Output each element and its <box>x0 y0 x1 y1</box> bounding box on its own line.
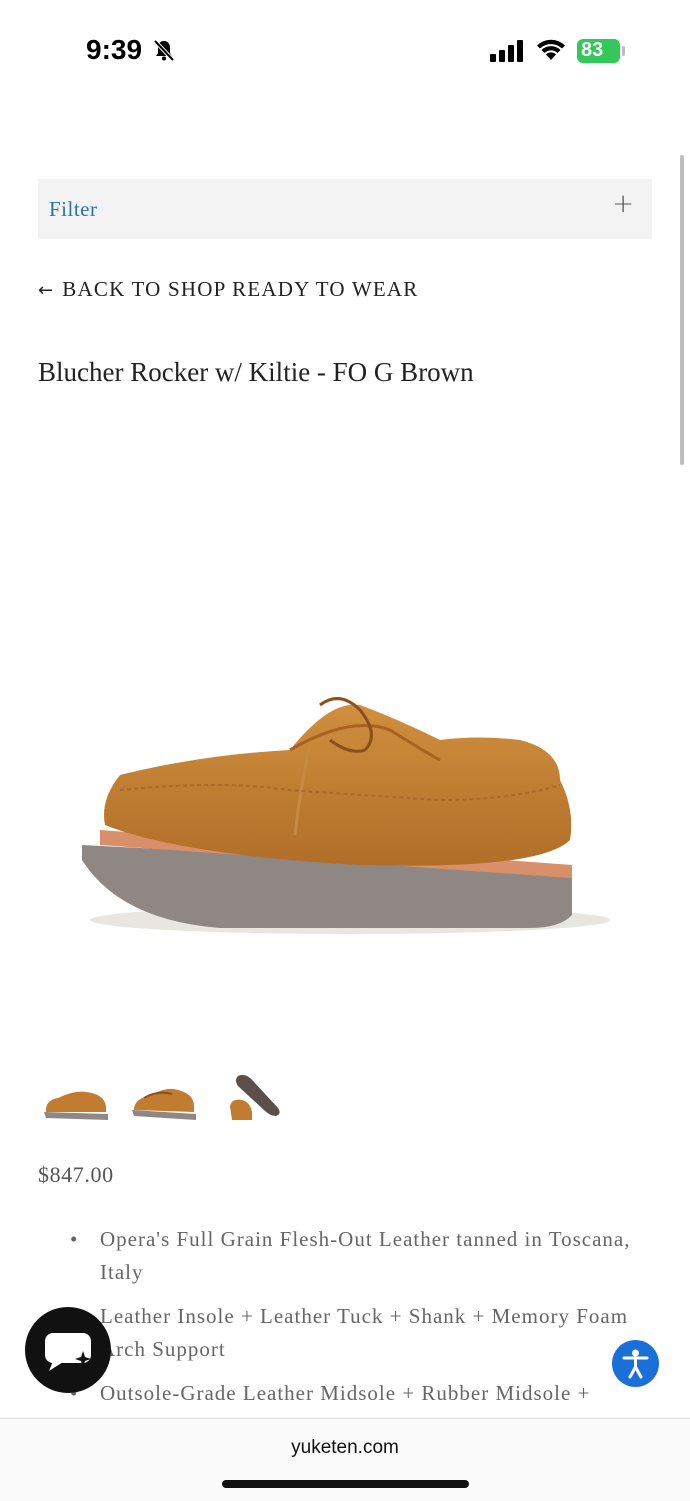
accessibility-icon <box>622 1349 649 1379</box>
product-title: Blucher Rocker w/ Kiltie - FO G Brown <box>38 357 474 387</box>
signal-icon <box>490 40 523 62</box>
status-time: 9:39 <box>86 34 143 65</box>
back-link-label: BACK TO SHOP READY TO WEAR <box>62 277 419 301</box>
thumbnail-3[interactable] <box>224 1068 296 1128</box>
product-image[interactable] <box>60 660 620 960</box>
feature-item: Outsole-Grade Leather Midsole + Rubber M… <box>70 1377 660 1410</box>
status-bar: 9:39 83 <box>0 0 690 100</box>
thumbnail-2[interactable] <box>128 1068 200 1128</box>
arrow-left-icon: ← <box>38 280 55 301</box>
filter-label: Filter <box>49 197 98 221</box>
page-scrollbar[interactable] <box>680 155 684 465</box>
filter-toggle[interactable]: Filter + <box>38 179 652 239</box>
feature-item: Leather Insole + Leather Tuck + Shank + … <box>70 1300 660 1366</box>
chat-button[interactable] <box>25 1307 111 1393</box>
battery-level: 83 <box>581 39 604 61</box>
chat-sparkle-icon <box>45 1333 91 1371</box>
back-to-shop-link[interactable]: ← BACK TO SHOP READY TO WEAR <box>38 277 418 302</box>
feature-item: Opera's Full Grain Flesh-Out Leather tan… <box>70 1223 660 1289</box>
home-indicator[interactable] <box>222 1480 469 1488</box>
plus-icon: + <box>612 189 634 219</box>
bell-slash-icon <box>153 39 175 62</box>
url-text: yuketen.com <box>291 1437 399 1458</box>
browser-url-bar[interactable]: yuketen.com <box>0 1418 690 1501</box>
product-price: $847.00 <box>38 1162 114 1187</box>
feature-list: Opera's Full Grain Flesh-Out Leather tan… <box>70 1223 660 1421</box>
thumbnail-strip <box>38 1068 298 1128</box>
wifi-icon <box>537 39 565 60</box>
accessibility-button[interactable] <box>612 1340 659 1387</box>
thumbnail-1[interactable] <box>40 1068 112 1128</box>
